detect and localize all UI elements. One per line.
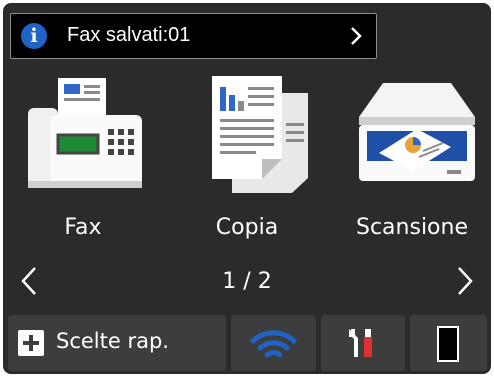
copy-documents-icon <box>212 76 308 193</box>
shortcuts-label: Scelte rap. <box>56 329 169 353</box>
scan-label: Scansione <box>356 215 468 240</box>
pager: 1 / 2 <box>3 258 491 302</box>
settings-button[interactable] <box>321 315 405 371</box>
plus-icon <box>18 330 44 356</box>
notification-text: Fax salvati:01 <box>67 24 191 46</box>
copy-button[interactable]: Copia <box>172 73 322 253</box>
home-screen: i Fax salvati:01 Fax Copia Scansione 1 /… <box>3 3 491 374</box>
toner-icon <box>437 326 459 362</box>
fax-label: Fax <box>64 215 102 240</box>
toner-button[interactable] <box>410 315 487 371</box>
page-indicator: 1 / 2 <box>222 269 272 294</box>
scan-button[interactable]: Scansione <box>337 73 487 253</box>
wifi-icon <box>250 330 297 358</box>
fax-button[interactable]: Fax <box>8 73 158 253</box>
copy-label: Copia <box>215 215 279 240</box>
info-icon: i <box>21 23 47 49</box>
chevron-right-icon <box>351 27 362 45</box>
wifi-button[interactable] <box>231 315 316 371</box>
settings-tools-icon <box>349 329 372 357</box>
chevron-right-icon[interactable] <box>453 266 477 296</box>
notification-bar[interactable]: i Fax salvati:01 <box>10 13 377 59</box>
scanner-icon <box>359 83 475 181</box>
fax-machine-icon <box>28 78 142 188</box>
shortcuts-button[interactable]: Scelte rap. <box>8 315 226 371</box>
